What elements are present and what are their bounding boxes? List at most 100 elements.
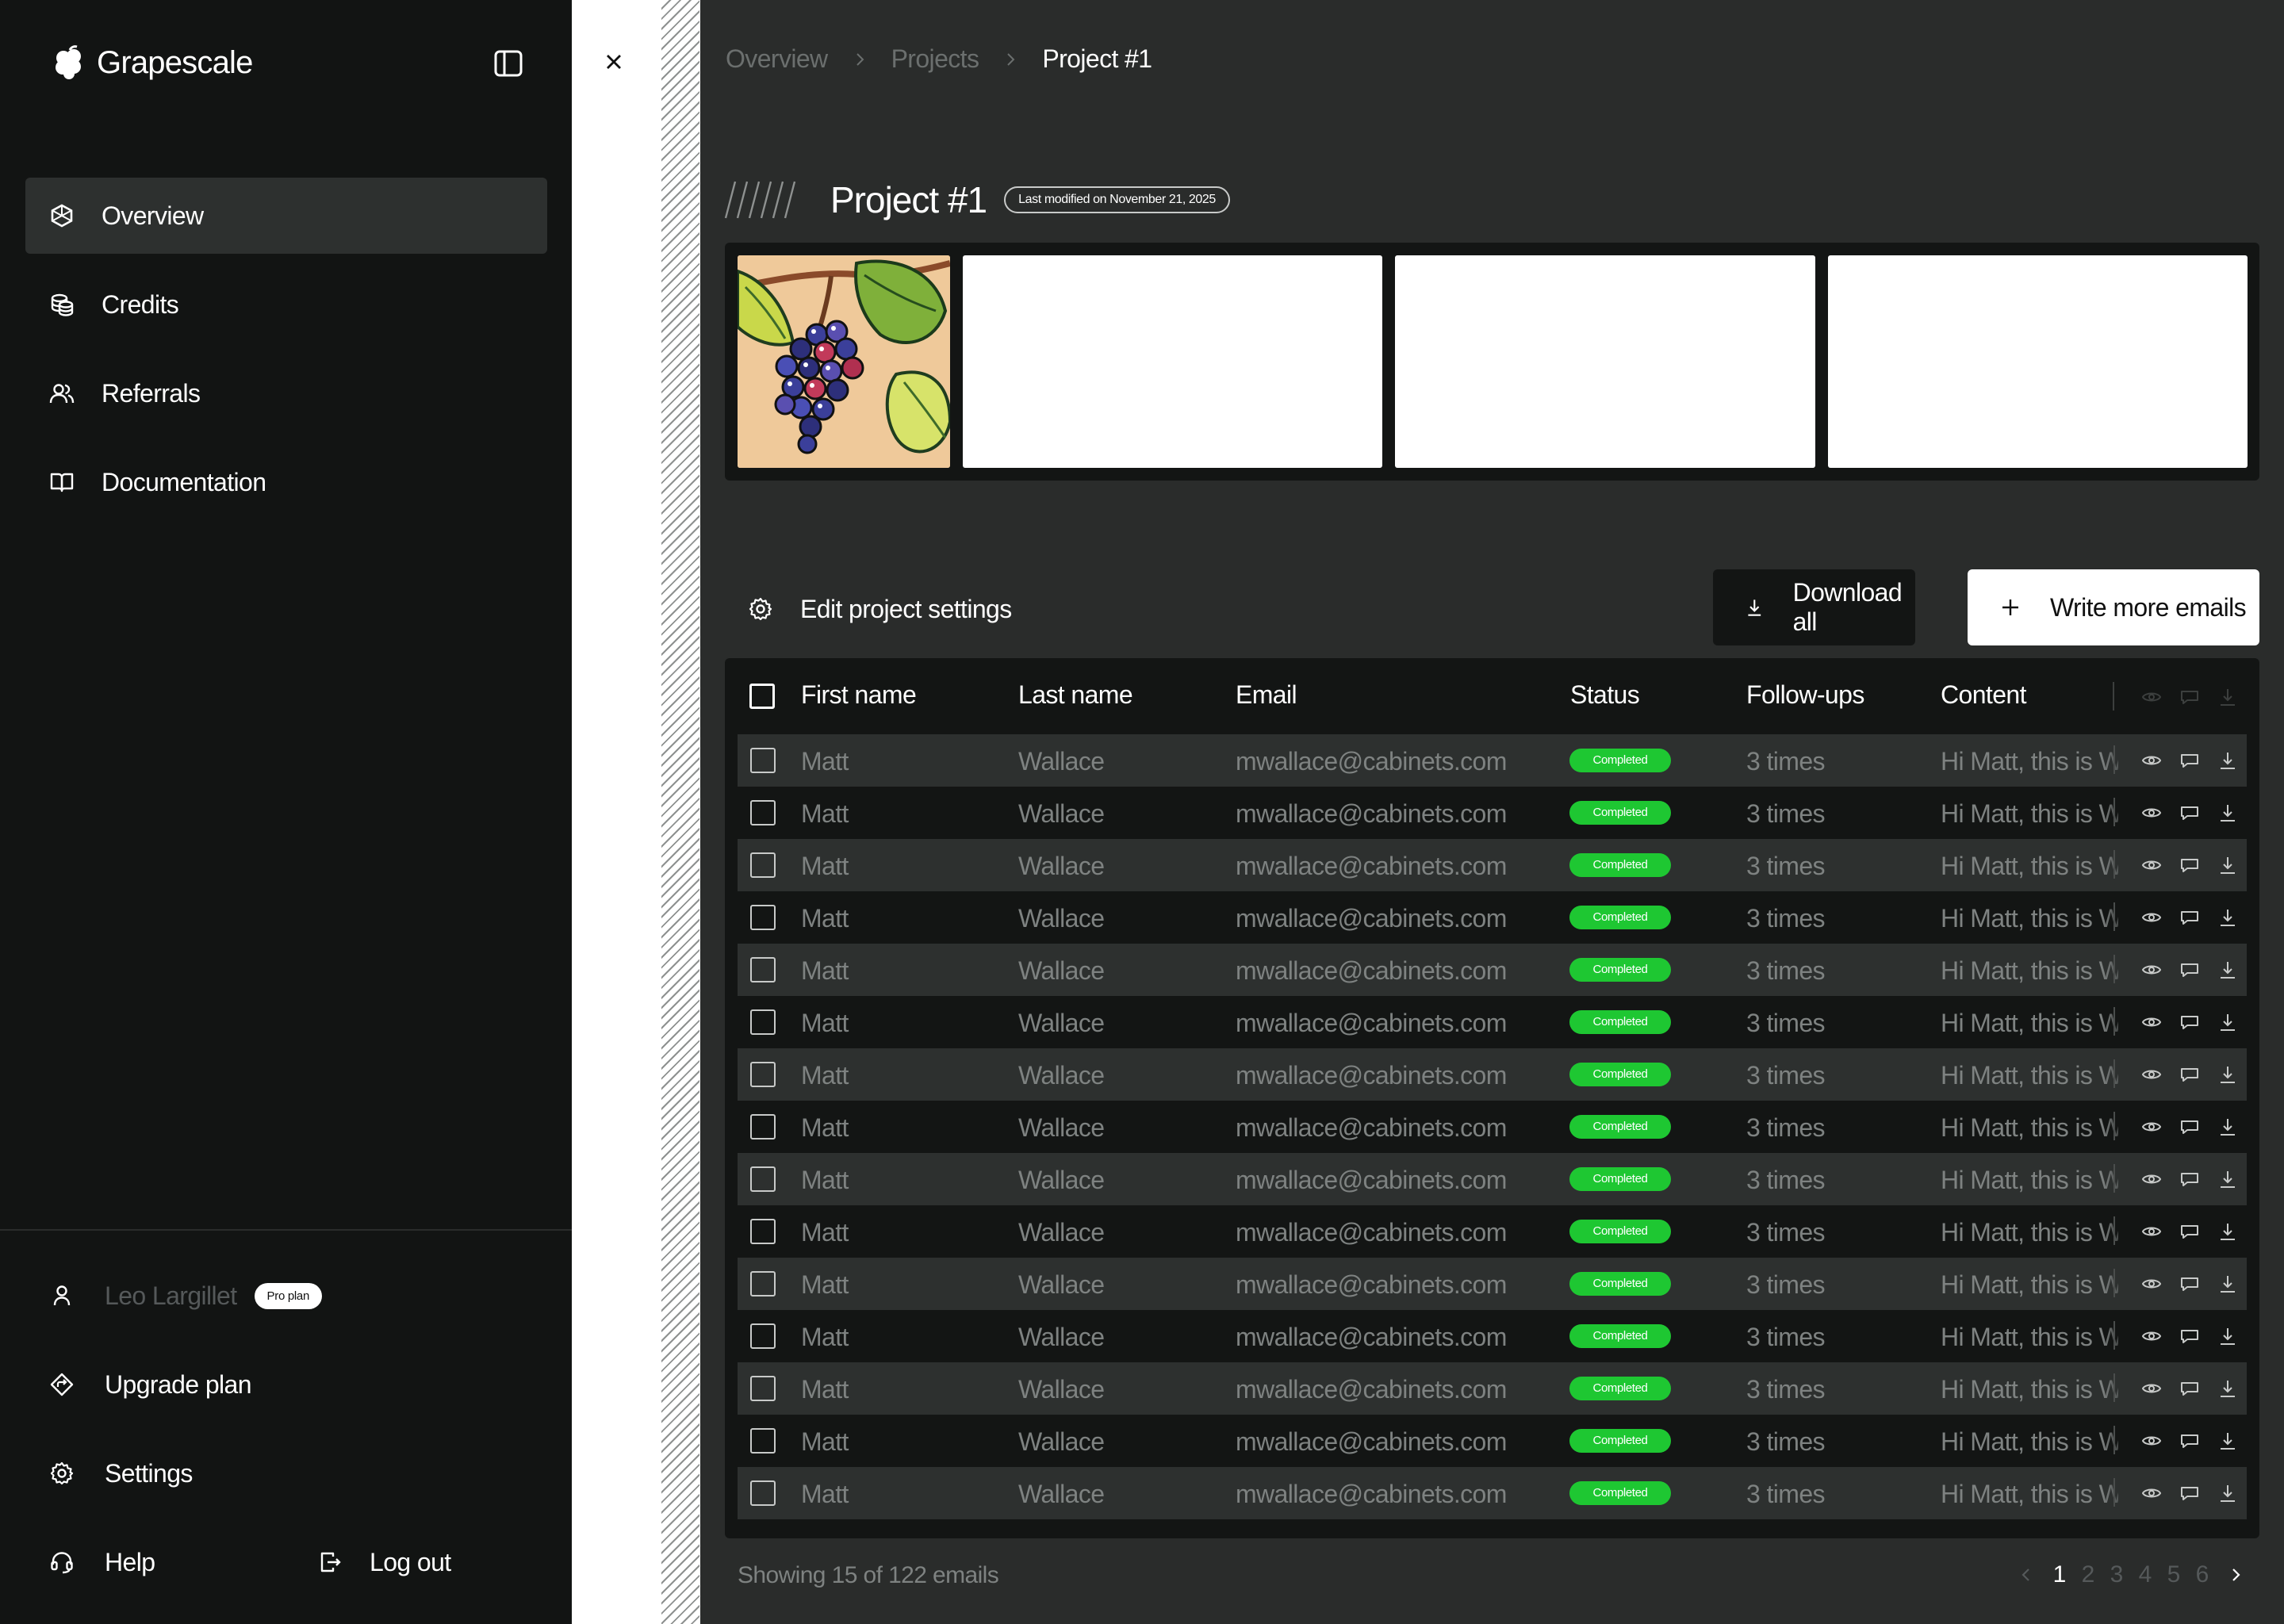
download-icon[interactable] xyxy=(2217,1116,2238,1137)
eye-icon[interactable] xyxy=(2141,907,2162,928)
table-row[interactable]: Matt Wallace mwallace@cabinets.com Complete… xyxy=(738,1048,2247,1101)
table-row[interactable]: Matt Wallace mwallace@cabinets.com Complete… xyxy=(738,996,2247,1048)
download-icon[interactable] xyxy=(2217,959,2238,980)
eye-icon[interactable] xyxy=(2141,1483,2162,1503)
eye-icon[interactable] xyxy=(2141,1274,2162,1294)
comment-icon[interactable] xyxy=(2179,1012,2200,1032)
chevron-left-icon[interactable] xyxy=(2017,1565,2036,1584)
select-all-checkbox[interactable] xyxy=(749,684,775,709)
edit-project-settings-button[interactable]: Edit project settings xyxy=(748,587,1012,631)
eye-icon[interactable] xyxy=(2141,855,2162,875)
table-row[interactable]: Matt Wallace mwallace@cabinets.com Complete… xyxy=(738,1101,2247,1153)
page-2[interactable]: 2 xyxy=(2079,1561,2098,1588)
sidebar-item-referrals[interactable]: Referrals xyxy=(25,355,547,431)
row-checkbox[interactable] xyxy=(750,800,776,825)
comment-icon[interactable] xyxy=(2179,1221,2200,1242)
sidebar-item-credits[interactable]: Credits xyxy=(25,266,547,343)
eye-icon[interactable] xyxy=(2141,1169,2162,1189)
eye-icon[interactable] xyxy=(2141,1431,2162,1451)
comment-icon[interactable] xyxy=(2179,1116,2200,1137)
comment-icon[interactable] xyxy=(2179,750,2200,771)
download-icon[interactable] xyxy=(2217,1274,2238,1294)
settings-button[interactable]: Settings xyxy=(49,1451,193,1496)
download-icon[interactable] xyxy=(2217,907,2238,928)
table-row[interactable]: Matt Wallace mwallace@cabinets.com Complete… xyxy=(738,1362,2247,1415)
page-3[interactable]: 3 xyxy=(2107,1561,2126,1588)
row-checkbox[interactable] xyxy=(750,957,776,982)
eye-icon[interactable] xyxy=(2141,1326,2162,1346)
row-checkbox[interactable] xyxy=(750,748,776,773)
row-checkbox[interactable] xyxy=(750,1114,776,1139)
comment-icon[interactable] xyxy=(2179,1064,2200,1085)
eye-icon[interactable] xyxy=(2141,1116,2162,1137)
comment-icon[interactable] xyxy=(2179,907,2200,928)
table-row[interactable]: Matt Wallace mwallace@cabinets.com Complete… xyxy=(738,1153,2247,1205)
grape-thumbnail[interactable] xyxy=(738,255,950,468)
table-row[interactable]: Matt Wallace mwallace@cabinets.com Complete… xyxy=(738,1467,2247,1519)
download-icon[interactable] xyxy=(2217,1483,2238,1503)
help-button[interactable]: Help xyxy=(49,1540,155,1584)
table-row[interactable]: Matt Wallace mwallace@cabinets.com Complete… xyxy=(738,1415,2247,1467)
download-all-button[interactable]: Download all xyxy=(1713,569,1915,645)
comment-icon[interactable] xyxy=(2179,1483,2200,1503)
eye-icon[interactable] xyxy=(2141,1012,2162,1032)
download-icon[interactable] xyxy=(2217,1221,2238,1242)
download-icon[interactable] xyxy=(2217,750,2238,771)
user-profile[interactable]: Leo Largillet Pro plan xyxy=(49,1274,323,1318)
table-row[interactable]: Matt Wallace mwallace@cabinets.com Complete… xyxy=(738,1205,2247,1258)
download-icon[interactable] xyxy=(2217,1064,2238,1085)
download-icon[interactable] xyxy=(2217,802,2238,823)
row-checkbox[interactable] xyxy=(750,1480,776,1506)
download-icon[interactable] xyxy=(2217,1012,2238,1032)
eye-icon[interactable] xyxy=(2141,1221,2162,1242)
eye-icon[interactable] xyxy=(2141,750,2162,771)
logo[interactable]: Grapescale xyxy=(52,41,253,84)
close-icon[interactable] xyxy=(601,49,627,75)
logout-button[interactable]: Log out xyxy=(317,1540,451,1584)
row-checkbox[interactable] xyxy=(750,852,776,878)
table-row[interactable]: Matt Wallace mwallace@cabinets.com Complete… xyxy=(738,1258,2247,1310)
column-header-first-name[interactable]: First name xyxy=(801,680,917,710)
table-row[interactable]: Matt Wallace mwallace@cabinets.com Complete… xyxy=(738,839,2247,891)
download-icon[interactable] xyxy=(2217,1326,2238,1346)
column-header-last-name[interactable]: Last name xyxy=(1018,680,1133,710)
eye-icon[interactable] xyxy=(2141,959,2162,980)
comment-icon[interactable] xyxy=(2179,1326,2200,1346)
column-header-content[interactable]: Content xyxy=(1941,680,2026,710)
table-row[interactable]: Matt Wallace mwallace@cabinets.com Complete… xyxy=(738,734,2247,787)
sidebar-item-overview[interactable]: Overview xyxy=(25,178,547,254)
row-checkbox[interactable] xyxy=(750,1323,776,1349)
comment-icon[interactable] xyxy=(2179,959,2200,980)
comment-icon[interactable] xyxy=(2179,1431,2200,1451)
comment-icon[interactable] xyxy=(2179,1169,2200,1189)
download-icon[interactable] xyxy=(2217,1169,2238,1189)
download-icon[interactable] xyxy=(2217,1378,2238,1399)
row-checkbox[interactable] xyxy=(750,1219,776,1244)
column-header-email[interactable]: Email xyxy=(1236,680,1297,710)
image-slot[interactable] xyxy=(1395,255,1815,468)
eye-icon[interactable] xyxy=(2141,1378,2162,1399)
chevron-right-icon[interactable] xyxy=(2226,1565,2245,1584)
download-icon[interactable] xyxy=(2217,855,2238,875)
table-row[interactable]: Matt Wallace mwallace@cabinets.com Complete… xyxy=(738,891,2247,944)
breadcrumb-projects[interactable]: Projects xyxy=(891,44,979,74)
column-header-follow-ups[interactable]: Follow-ups xyxy=(1746,680,1864,710)
image-slot[interactable] xyxy=(963,255,1382,468)
page-5[interactable]: 5 xyxy=(2164,1561,2183,1588)
row-checkbox[interactable] xyxy=(750,1428,776,1454)
table-row[interactable]: Matt Wallace mwallace@cabinets.com Complete… xyxy=(738,787,2247,839)
download-icon[interactable] xyxy=(2217,1431,2238,1451)
row-checkbox[interactable] xyxy=(750,1271,776,1297)
upgrade-plan-button[interactable]: Upgrade plan xyxy=(49,1362,252,1407)
eye-icon[interactable] xyxy=(2141,802,2162,823)
sidebar-toggle-icon[interactable] xyxy=(493,49,525,78)
page-1[interactable]: 1 xyxy=(2050,1561,2069,1588)
row-checkbox[interactable] xyxy=(750,1376,776,1401)
table-row[interactable]: Matt Wallace mwallace@cabinets.com Complete… xyxy=(738,1310,2247,1362)
comment-icon[interactable] xyxy=(2179,802,2200,823)
sidebar-item-documentation[interactable]: Documentation xyxy=(25,444,547,520)
eye-icon[interactable] xyxy=(2141,1064,2162,1085)
comment-icon[interactable] xyxy=(2179,1274,2200,1294)
row-checkbox[interactable] xyxy=(750,1062,776,1087)
column-header-status[interactable]: Status xyxy=(1570,680,1640,710)
